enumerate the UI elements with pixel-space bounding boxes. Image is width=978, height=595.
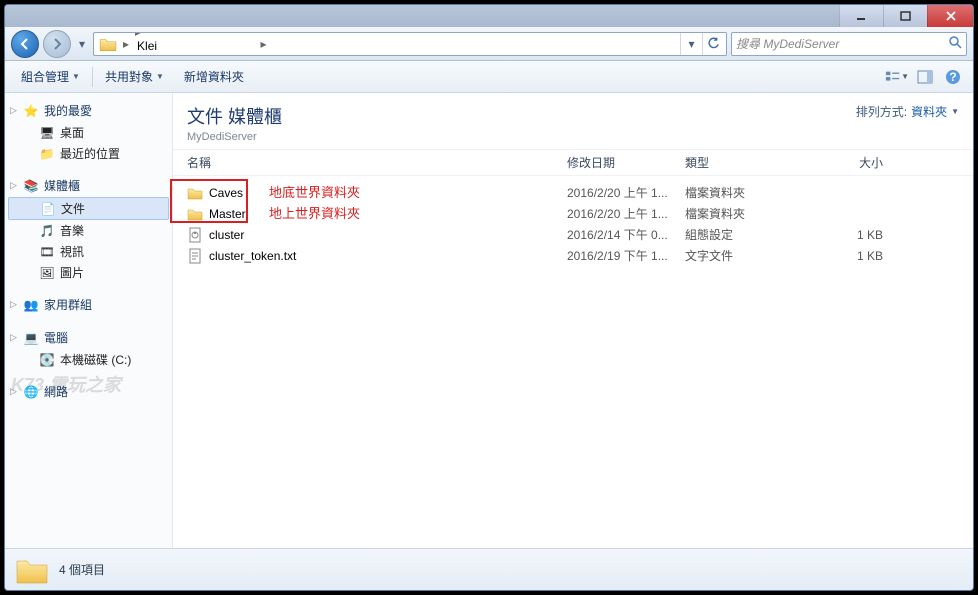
column-headers[interactable]: 名稱 修改日期 類型 大小 [173, 150, 973, 176]
toolbar: 組合管理 ▼ 共用對象 ▼ 新增資料夾 ▼ ? [5, 61, 973, 93]
file-name: cluster [209, 228, 244, 242]
forward-button[interactable] [43, 30, 71, 58]
file-name: cluster_token.txt [209, 249, 296, 263]
column-size[interactable]: 大小 [797, 154, 883, 171]
file-row[interactable]: cluster_token.txt 2016/2/19 下午 1...文字文件1 … [187, 245, 959, 266]
address-bar[interactable]: ▸ 媒體櫃▸文件▸Klei▸DoNotStarveTogether▸MyDedi… [93, 32, 727, 56]
share-button[interactable]: 共用對象 ▼ [97, 64, 172, 89]
file-name: Master [209, 207, 246, 221]
picture-icon: 🖼 [39, 265, 55, 281]
titlebar [5, 5, 973, 27]
file-type: 檔案資料夾 [685, 205, 797, 222]
main-pane: 文件 媒體櫃 MyDediServer 排列方式: 資料夾 ▼ 名稱 修改日期 … [173, 93, 973, 548]
star-icon: ⭐ [23, 103, 39, 119]
network-icon: 🌐 [23, 384, 39, 400]
sidebar-item-music[interactable]: 🎵音樂 [5, 220, 172, 241]
file-date: 2016/2/20 上午 1... [567, 184, 685, 201]
txt-icon [187, 248, 203, 264]
file-list: Caves 2016/2/20 上午 1...檔案資料夾 Master 2016/2/… [173, 176, 973, 272]
sidebar-item-pictures[interactable]: 🖼圖片 [5, 262, 172, 283]
column-name[interactable]: 名稱 [187, 154, 567, 171]
minimize-button[interactable] [839, 5, 883, 27]
folder-icon [15, 555, 49, 585]
file-type: 組態設定 [685, 226, 797, 243]
help-button[interactable]: ? [941, 65, 965, 89]
svg-text:?: ? [949, 70, 956, 84]
column-type[interactable]: 類型 [685, 154, 797, 171]
maximize-button[interactable] [883, 5, 927, 27]
library-subtitle: MyDediServer [187, 131, 282, 143]
chevron-right-icon[interactable]: ▸ [257, 37, 269, 51]
back-button[interactable] [11, 30, 39, 58]
sidebar-item-videos[interactable]: 🎞視訊 [5, 241, 172, 262]
sidebar-item-desktop[interactable]: 🖥桌面 [5, 122, 172, 143]
file-size: 1 KB [797, 228, 883, 242]
annotation-text: 地底世界資料夾 [269, 182, 360, 201]
homegroup-icon: 👥 [23, 297, 39, 313]
chevron-right-icon[interactable]: ▸ [120, 37, 132, 51]
desktop-icon: 🖥 [39, 125, 55, 141]
preview-pane-button[interactable] [913, 65, 937, 89]
nav-history-dropdown[interactable]: ▾ [75, 32, 89, 56]
sidebar-homegroup-header[interactable]: ▷👥家用群組 [5, 293, 172, 316]
folder-icon [99, 35, 117, 53]
sidebar-item-drive-c[interactable]: 💽本機磁碟 (C:) [5, 349, 172, 370]
recent-icon: 📁 [39, 146, 55, 162]
sidebar-libraries-header[interactable]: ▷📚媒體櫃 [5, 174, 172, 197]
search-icon [948, 35, 962, 52]
drive-icon: 💽 [39, 352, 55, 368]
ini-icon [187, 227, 203, 243]
close-button[interactable] [927, 5, 973, 27]
search-placeholder: 搜尋 MyDediServer [736, 35, 948, 52]
address-dropdown-button[interactable]: ▾ [680, 33, 702, 55]
file-type: 文字文件 [685, 247, 797, 264]
file-date: 2016/2/20 上午 1... [567, 205, 685, 222]
organize-button[interactable]: 組合管理 ▼ [13, 64, 88, 89]
file-type: 檔案資料夾 [685, 184, 797, 201]
new-folder-button[interactable]: 新增資料夾 [176, 64, 252, 89]
navbar: ▾ ▸ 媒體櫃▸文件▸Klei▸DoNotStarveTogether▸MyDe… [5, 27, 973, 61]
video-icon: 🎞 [39, 244, 55, 260]
status-bar: 4 個項目 [5, 548, 973, 590]
sidebar-network-header[interactable]: ▷🌐網路 [5, 380, 172, 403]
music-icon: 🎵 [39, 223, 55, 239]
sidebar: ▷⭐我的最愛 🖥桌面 📁最近的位置 ▷📚媒體櫃 📄文件 🎵音樂 🎞視訊 🖼圖片 … [5, 93, 173, 548]
refresh-button[interactable] [702, 33, 724, 55]
file-row[interactable]: cluster 2016/2/14 下午 0...組態設定1 KB [187, 224, 959, 245]
arrange-by[interactable]: 排列方式: 資料夾 ▼ [856, 103, 959, 120]
view-button[interactable]: ▼ [885, 65, 909, 89]
chevron-right-icon[interactable]: ▸ [132, 53, 144, 56]
file-date: 2016/2/19 下午 1... [567, 247, 685, 264]
folder-icon [187, 185, 203, 201]
libraries-icon: 📚 [23, 178, 39, 194]
column-date[interactable]: 修改日期 [567, 154, 685, 171]
folder-icon [187, 206, 203, 222]
annotation-text: 地上世界資料夾 [269, 203, 360, 222]
library-title: 文件 媒體櫃 [187, 103, 282, 129]
computer-icon: 💻 [23, 330, 39, 346]
item-count: 4 個項目 [59, 561, 105, 578]
file-name: Caves [209, 186, 243, 200]
file-size: 1 KB [797, 249, 883, 263]
search-box[interactable]: 搜尋 MyDediServer [731, 32, 967, 56]
sidebar-favorites-header[interactable]: ▷⭐我的最愛 [5, 99, 172, 122]
document-icon: 📄 [40, 201, 56, 217]
chevron-right-icon[interactable]: ▸ [132, 32, 144, 39]
explorer-window: ▾ ▸ 媒體櫃▸文件▸Klei▸DoNotStarveTogether▸MyDe… [4, 4, 974, 591]
file-date: 2016/2/14 下午 0... [567, 226, 685, 243]
sidebar-item-documents[interactable]: 📄文件 [8, 197, 169, 220]
breadcrumb-Klei[interactable]: Klei [132, 39, 257, 53]
sidebar-item-recent[interactable]: 📁最近的位置 [5, 143, 172, 164]
sidebar-computer-header[interactable]: ▷💻電腦 [5, 326, 172, 349]
